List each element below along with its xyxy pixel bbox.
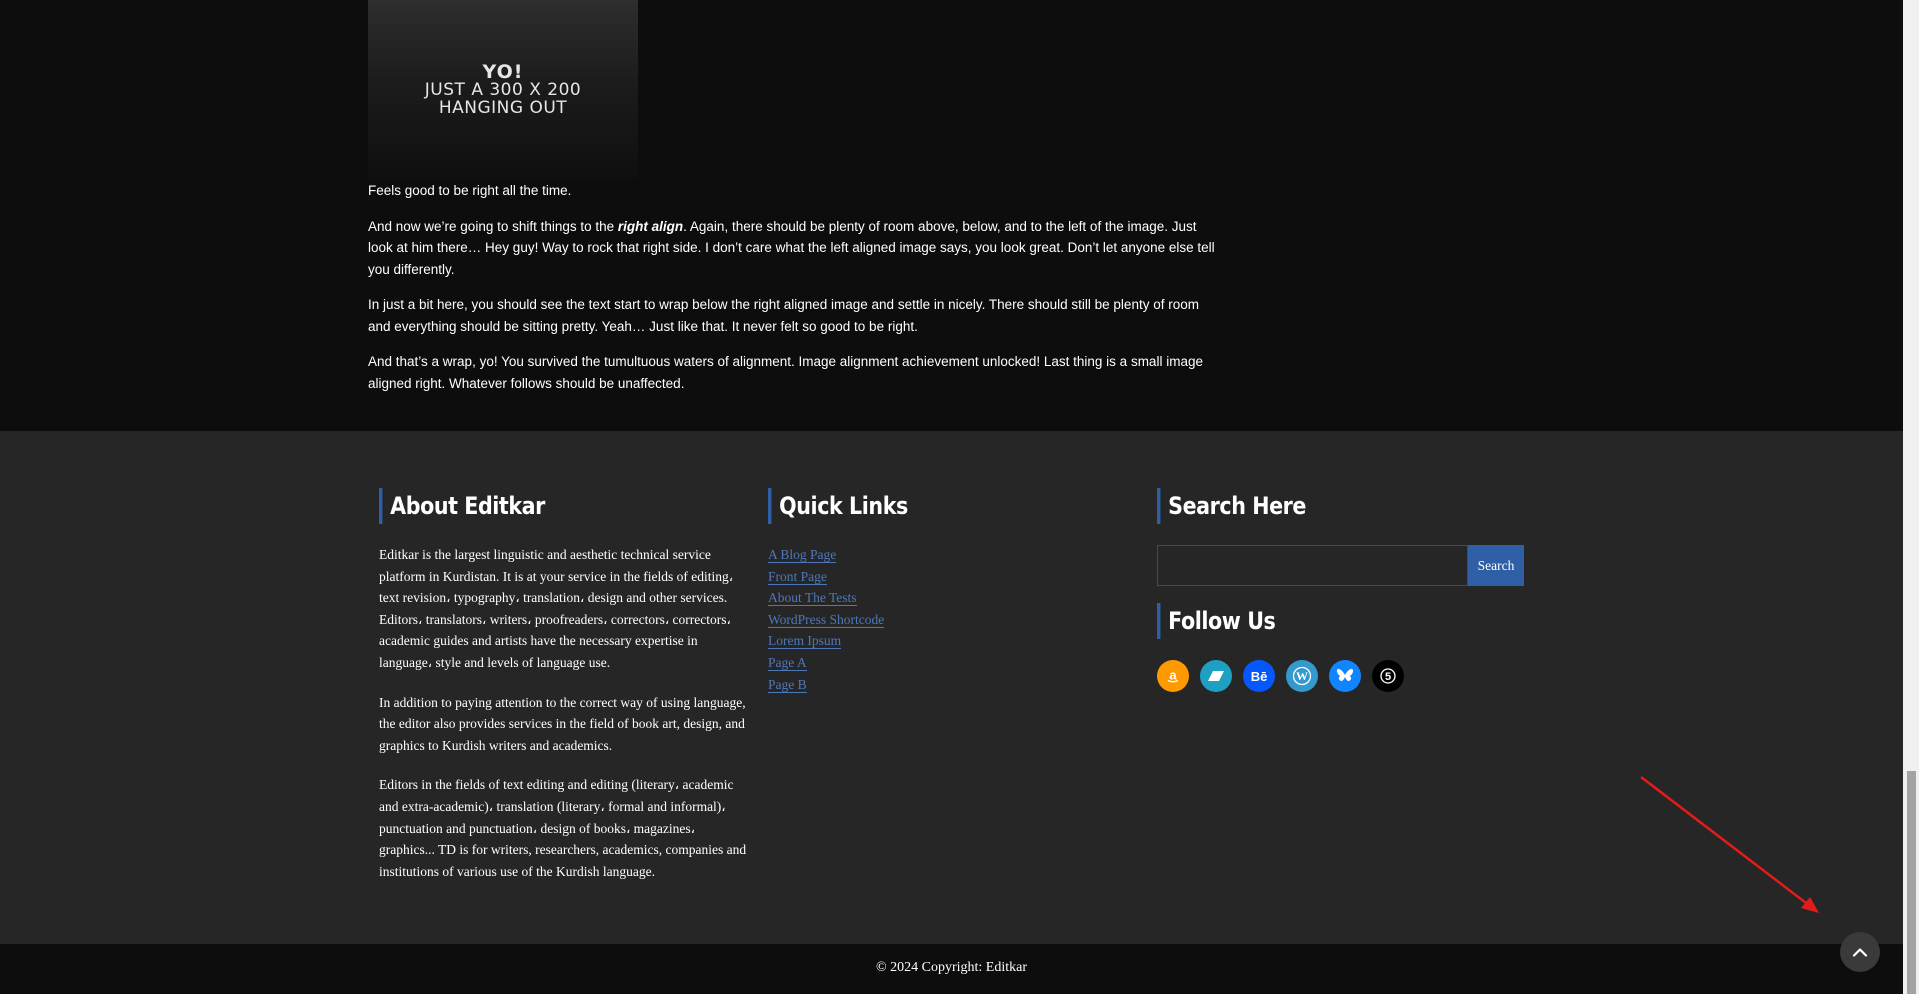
svg-text:Bē: Bē [1251, 669, 1268, 683]
article-paragraph-2-text: And now we’re going to shift things to t… [368, 218, 618, 234]
article-body: Feels good to be right all the time. And… [368, 180, 1223, 408]
quick-link-page-a[interactable]: Page A [768, 654, 807, 671]
about-paragraph-1: Editkar is the largest linguistic and ae… [379, 547, 734, 670]
placeholder-image: YO! JUST A 300 X 200 HANGING OUT [368, 0, 638, 179]
quick-links-title: Quick Links [768, 488, 908, 524]
bluesky-icon[interactable] [1329, 660, 1361, 692]
behance-icon[interactable]: Bē [1243, 660, 1275, 692]
image-text-line2: JUST A 300 X 200 [424, 80, 582, 100]
search-widget-title: Search Here [1157, 488, 1306, 524]
footer-widgets: About Editkar Editkar is the largest lin… [0, 431, 1903, 944]
amazon-icon[interactable]: a [1157, 660, 1189, 692]
quick-link-item: Page B [768, 674, 884, 696]
quick-link-about-the-tests[interactable]: About The Tests [768, 590, 857, 607]
quick-link-front-page[interactable]: Front Page [768, 568, 827, 585]
quick-link-item: Lorem Ipsum [768, 630, 884, 652]
article-emphasis: right align [617, 218, 684, 234]
follow-widget-title: Follow Us [1157, 603, 1276, 639]
page-scrollbar[interactable] [1903, 0, 1919, 994]
quick-link-item: Page A [768, 652, 884, 674]
article-paragraph-3: In just a bit here, you should see the t… [368, 297, 1199, 334]
svg-text:5: 5 [1385, 671, 1391, 683]
wordpress-icon[interactable]: W [1286, 660, 1318, 692]
article-paragraph-4: And that’s a wrap, yo! You survived the … [368, 354, 1203, 391]
quick-link-item: About The Tests [768, 587, 884, 609]
copyright-bar: © 2024 Copyright: Editkar [0, 944, 1903, 994]
500px-icon[interactable]: 5 [1372, 660, 1404, 692]
quick-link-item: A Blog Page [768, 544, 884, 566]
about-widget-text: Editkar is the largest linguistic and ae… [379, 544, 751, 900]
about-paragraph-2: In addition to paying attention to the c… [379, 694, 746, 753]
quick-link-page-b[interactable]: Page B [768, 676, 807, 693]
about-paragraph-3: Editors in the fields of text editing an… [379, 777, 747, 879]
copyright-text: © 2024 Copyright: Editkar [875, 960, 1027, 975]
scrollbar-thumb[interactable] [1907, 771, 1916, 994]
about-widget-title: About Editkar [379, 488, 545, 524]
svg-text:a: a [1169, 668, 1177, 683]
content-area: YO! JUST A 300 X 200 HANGING OUT Feels g… [0, 0, 1903, 431]
quick-link-wordpress-shortcode[interactable]: WordPress Shortcode [768, 611, 885, 628]
back-to-top-button[interactable] [1840, 932, 1880, 972]
bandcamp-icon[interactable] [1200, 660, 1232, 692]
image-text-line3: HANGING OUT [438, 98, 568, 118]
search-input[interactable] [1157, 545, 1468, 586]
article-paragraph-2: And now we’re going to shift things to t… [368, 216, 1223, 281]
quick-link-item: Front Page [768, 566, 884, 588]
quick-link-item: WordPress Shortcode [768, 609, 885, 631]
chevron-up-icon [1852, 948, 1868, 957]
search-button[interactable]: Search [1468, 545, 1524, 586]
quick-link-a-blog-page[interactable]: A Blog Page [768, 547, 837, 563]
quick-links-list: A Blog Page Front Page About The Tests W… [768, 544, 885, 696]
article-paragraph-1: Feels good to be right all the time. [368, 183, 572, 198]
svg-text:W: W [1296, 669, 1308, 683]
quick-link-lorem-ipsum[interactable]: Lorem Ipsum [768, 633, 842, 650]
